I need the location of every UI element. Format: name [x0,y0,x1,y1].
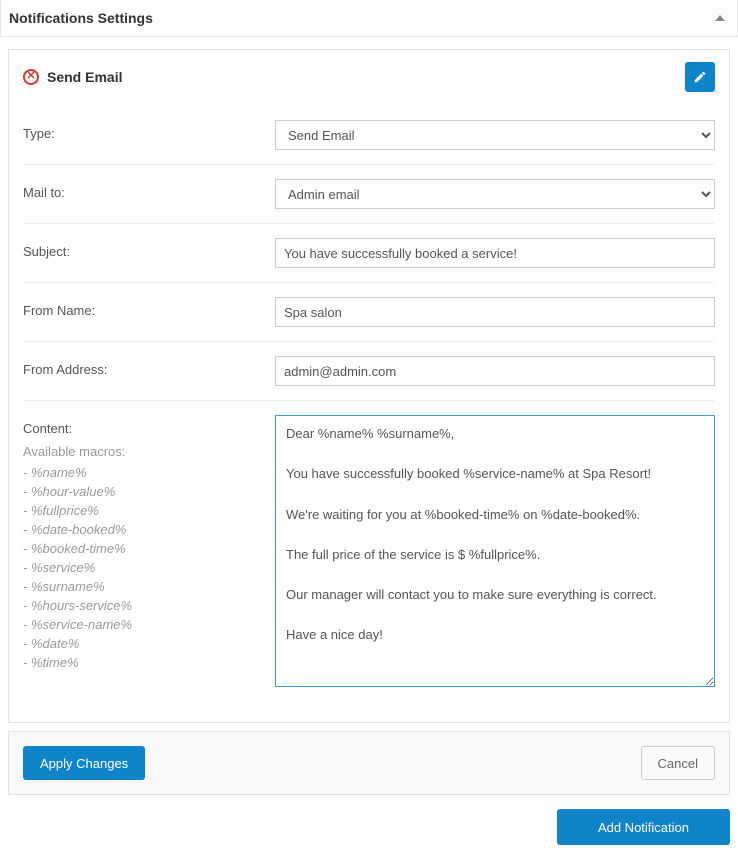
actions-bar: Apply Changes Cancel [8,731,730,795]
subject-input[interactable] [275,238,715,268]
macro-item: %service-name% [23,615,275,634]
macro-item: %hour-value% [23,482,275,501]
macro-item: %name% [23,463,275,482]
row-mailto: Mail to: Admin email [23,165,715,224]
row-content: Content: Available macros: %name%%hour-v… [23,401,715,704]
macro-item: %date-booked% [23,520,275,539]
row-fromname: From Name: [23,283,715,342]
pencil-icon [693,70,707,84]
macro-item: %service% [23,558,275,577]
subject-label: Subject: [23,238,275,259]
content-textarea[interactable] [275,415,715,687]
card-title: Send Email [47,69,122,85]
macro-item: %date% [23,634,275,653]
mailto-select[interactable]: Admin email [275,179,715,209]
macro-item: %surname% [23,577,275,596]
macro-item: %fullprice% [23,501,275,520]
apply-button[interactable]: Apply Changes [23,746,145,780]
type-label: Type: [23,120,275,141]
fromaddr-label: From Address: [23,356,275,377]
macro-item: %hours-service% [23,596,275,615]
macro-item: %booked-time% [23,539,275,558]
edit-button[interactable] [685,62,715,92]
macro-item: %time% [23,653,275,672]
card-header: Send Email [9,50,729,102]
collapse-icon[interactable] [715,15,725,21]
content-label: Content: [23,421,275,436]
row-subject: Subject: [23,224,715,283]
type-select[interactable]: Send Email [275,120,715,150]
notification-card: Send Email Type: Send Email Mail to: Adm… [8,49,730,723]
content-label-col: Content: Available macros: %name%%hour-v… [23,415,275,672]
row-fromaddr: From Address: [23,342,715,401]
panel-title: Notifications Settings [9,10,153,26]
fromname-input[interactable] [275,297,715,327]
macros-list: %name%%hour-value%%fullprice%%date-booke… [23,463,275,672]
mailto-label: Mail to: [23,179,275,200]
fromaddr-input[interactable] [275,356,715,386]
add-notification-button[interactable]: Add Notification [557,809,730,845]
panel-header[interactable]: Notifications Settings [0,0,738,37]
delete-icon[interactable] [23,69,39,85]
add-bar: Add Notification [0,803,738,855]
row-type: Type: Send Email [23,106,715,165]
macros-title: Available macros: [23,444,275,459]
fromname-label: From Name: [23,297,275,318]
form-body: Type: Send Email Mail to: Admin email Su… [9,102,729,722]
cancel-button[interactable]: Cancel [641,746,715,780]
